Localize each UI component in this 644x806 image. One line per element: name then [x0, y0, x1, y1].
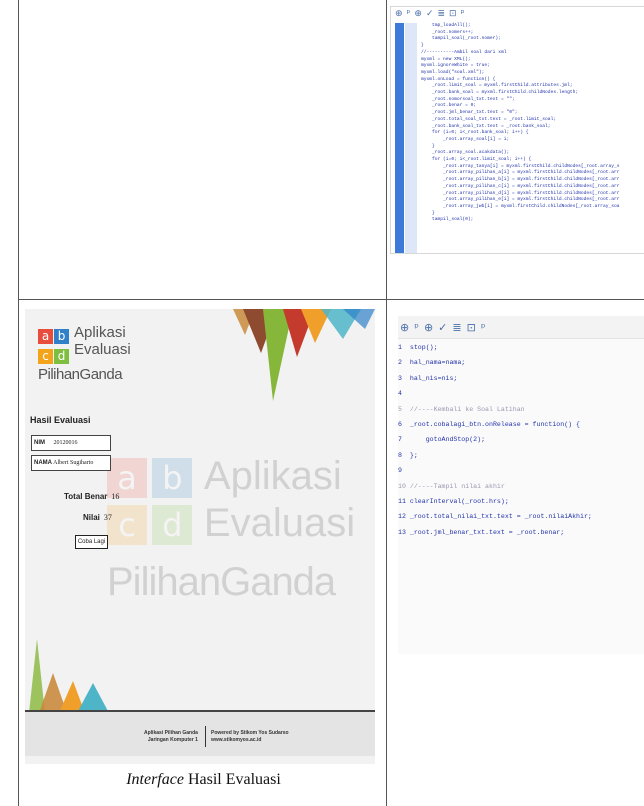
code-line: tmp_loadAll(); — [421, 23, 471, 28]
code-line: _root.array_pilihan_c[i] = myxml.firstCh… — [421, 183, 620, 189]
code-line: _root.array_soal[i] = i; — [421, 136, 510, 142]
toolbar-icon[interactable]: ᵖ — [407, 9, 411, 19]
code-screenshot-top: ⊕ ᵖ ⊕ ✓ ≣ ⊡ ᵖ tmp_loadAll(); _root.nomers++; t… — [390, 6, 644, 254]
nilai-row: Nilai 37 — [83, 513, 112, 522]
code-line: 10 //----Tampil nilai akhir — [398, 482, 505, 490]
code-line: 2 hal_nama=nama; — [398, 359, 466, 367]
logo-text-evaluasi: Evaluasi — [74, 341, 131, 358]
code-line: _root.array_pilihan_e[i] = myxml.firstCh… — [421, 197, 620, 203]
logo-watermark: a b Aplikasi c d Evaluasi PilihanGanda — [107, 454, 356, 604]
app-footer: Aplikasi Pilihan Ganda Jaringan Komputer… — [25, 710, 375, 756]
nama-label: NAMA — [34, 460, 52, 466]
toolbar-icon[interactable]: ⊕ — [400, 321, 409, 334]
code-line: _root.bank_soal = myxml.firstChild.child… — [421, 90, 579, 96]
app-screenshot-hasil-evaluasi: a b Aplikasi c d Evaluasi PilihanGanda a… — [25, 309, 375, 764]
nama-value: Albert Sugiharto — [53, 460, 94, 466]
code-gutter — [395, 23, 404, 253]
logo-text-pilihanganda: PilihanGanda — [38, 366, 123, 383]
code-text: tmp_loadAll(); _root.nomers++; tampil_so… — [421, 23, 644, 224]
toolbar-icon[interactable]: ⊕ — [395, 9, 403, 19]
table-border-mid — [386, 0, 387, 806]
total-benar-value: 16 — [111, 492, 120, 501]
toolbar-icon[interactable]: ⊕ — [424, 321, 433, 334]
code-line-numbers — [405, 23, 417, 253]
code-line: myxml.load("soal.xml"); — [421, 69, 485, 75]
nama-field: NAMA Albert Sugiharto — [31, 455, 111, 471]
code-line: _root.array_pilihan_b[i] = myxml.firstCh… — [421, 177, 620, 183]
code-line: 13 _root.jml_benar_txt.text = _root.bena… — [398, 528, 565, 536]
code-line: 4 — [398, 390, 402, 398]
logo-letter-d: d — [54, 349, 69, 364]
coba-lagi-button[interactable]: Coba Lagi — [75, 535, 108, 549]
logo-text-aplikasi: Aplikasi — [74, 324, 126, 341]
toolbar-icon[interactable]: ⊡ — [467, 321, 476, 334]
code-line: 8 }; — [398, 451, 418, 459]
app-logo: ab cd Aplikasi Evaluasi PilihanGanda — [38, 324, 131, 383]
code-line: } — [421, 43, 424, 49]
code-text: 1 stop(); 2 hal_nama=nama; 3 hal_nis=nis; 4… — [398, 340, 644, 540]
code-line: 7 gotoAndStop(2); — [398, 436, 486, 444]
caption-italic: Interface — [126, 771, 184, 788]
code-line: for (i=0; i<_root.bank_soal; i++) { — [421, 130, 529, 136]
code-line: _root.jml_benar_txt.text = "0"; — [421, 110, 518, 116]
nim-value: 20120016 — [53, 440, 78, 446]
code-line: _root.array_jwb[i] = myxml.firstChild.ch… — [421, 203, 620, 209]
toolbar-icon[interactable]: ᵖ — [481, 321, 486, 334]
code-line: tampil_soal(0); — [421, 217, 474, 223]
footer-left: Aplikasi Pilihan Ganda Jaringan Komputer… — [144, 730, 198, 743]
code-line: for (i=0; i<_root.limit_soal; i++) { — [421, 157, 532, 163]
total-benar-row: Total Benar 16 — [64, 492, 119, 501]
toolbar-icon[interactable]: ⊡ — [449, 9, 457, 19]
toolbar-icon[interactable]: ✓ — [426, 9, 434, 19]
code-screenshot-bottom: ⊕ ᵖ ⊕ ✓ ≣ ⊡ ᵖ 1 stop(); 2 hal_nama=nama; 3 hal_n… — [398, 316, 644, 654]
toolbar-icon[interactable]: ᵖ — [414, 321, 419, 334]
figure-caption: Interface Hasil Evaluasi — [25, 771, 382, 789]
nim-label: NIM — [34, 440, 45, 446]
toolbar-icon[interactable]: ≣ — [452, 321, 461, 334]
toolbar-icon[interactable]: ⊕ — [414, 9, 422, 19]
nilai-label: Nilai — [83, 513, 100, 522]
table-row-divider — [18, 299, 644, 300]
code-line: 5 //----Kembali ke Soal Latihan — [398, 405, 525, 413]
toolbar-icon[interactable]: ᵖ — [461, 9, 465, 19]
code-line: myxml.ignoreWhite = true; — [421, 63, 490, 69]
code-line: tampil_soal(_root.nomer); — [421, 36, 501, 42]
logo-letter-a: a — [38, 329, 53, 344]
total-benar-label: Total Benar — [64, 492, 108, 501]
toolbar-icon[interactable]: ≣ — [438, 9, 446, 19]
code-line: 12 _root.total_nilai_txt.text = _root.ni… — [398, 513, 592, 521]
caption-text: Hasil Evaluasi — [187, 771, 281, 788]
footer-right: Powered by Stikom Yos Sudarso www.stikom… — [211, 730, 289, 743]
code-line: 1 stop(); — [398, 344, 438, 351]
code-line: 9 — [398, 467, 402, 475]
code-line: //----------Ambil soal dari xml — [421, 49, 507, 55]
logo-letter-c: c — [38, 349, 53, 364]
footer-divider — [205, 726, 206, 747]
table-border-left — [18, 0, 19, 806]
code-line: 11 clearInterval(_root.hrs); — [398, 498, 509, 506]
nilai-value: 37 — [103, 513, 112, 522]
code-toolbar: ⊕ ᵖ ⊕ ✓ ≣ ⊡ ᵖ — [398, 316, 644, 339]
logo-letter-b: b — [54, 329, 69, 344]
toolbar-icon[interactable]: ✓ — [438, 321, 447, 334]
code-line: _root.total_soal_txt.text = _root.limit_… — [421, 116, 557, 122]
code-line: 6 _root.cobalagi_btn.onRelease = functio… — [398, 421, 581, 429]
code-line: 3 hal_nis=nis; — [398, 374, 458, 382]
nim-field: NIM 20120016 — [31, 435, 111, 451]
code-toolbar: ⊕ ᵖ ⊕ ✓ ≣ ⊡ ᵖ — [391, 7, 644, 21]
page-title: Hasil Evaluasi — [30, 415, 91, 425]
